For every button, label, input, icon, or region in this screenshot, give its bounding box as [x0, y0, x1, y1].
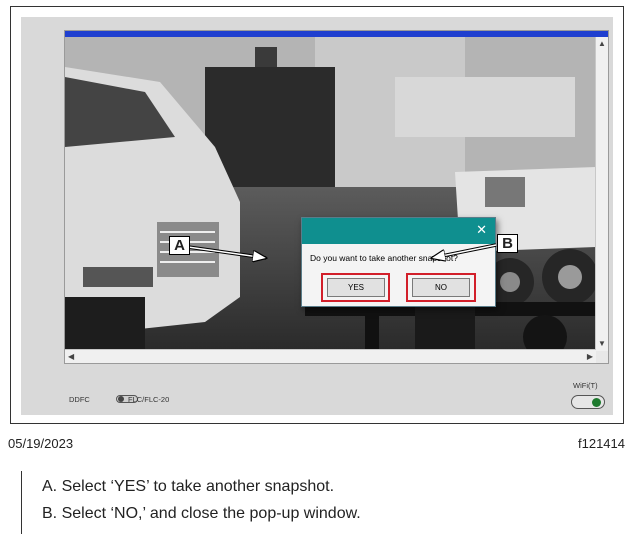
scroll-down-icon[interactable]: ▼: [598, 339, 606, 349]
yes-button[interactable]: YES: [327, 278, 385, 297]
scroll-right-icon[interactable]: ▶: [587, 352, 593, 362]
figure-frame: ▲ ▼ ◀ ▶ ✕ Do you want to take another sn…: [10, 6, 624, 424]
caption-item-b: B. Select ‘NO,’ and close the pop-up win…: [42, 505, 361, 523]
callout-b: B: [497, 234, 518, 253]
scroll-left-icon[interactable]: ◀: [68, 352, 74, 362]
camera-preview: ▲ ▼ ◀ ▶ ✕ Do you want to take another sn…: [64, 30, 609, 364]
wifi-label: WiFi(T): [573, 381, 598, 390]
dialog-title-bar: ✕: [302, 218, 495, 244]
callout-a: A: [169, 236, 190, 255]
wifi-indicator-icon: [592, 398, 601, 407]
dialog-message: Do you want to take another snapshot?: [310, 253, 458, 263]
caption-text: Select ‘YES’ to take another snapshot.: [61, 478, 335, 495]
close-icon[interactable]: ✕: [476, 223, 487, 237]
camera-app-window: ▲ ▼ ◀ ▶ ✕ Do you want to take another sn…: [21, 17, 613, 415]
horizontal-scrollbar[interactable]: ◀ ▶: [65, 349, 596, 363]
figure-code: f121414: [578, 436, 625, 451]
no-button[interactable]: NO: [412, 278, 470, 297]
caption-divider: [21, 471, 22, 534]
wifi-button[interactable]: [571, 395, 605, 409]
toggle-knob: [118, 396, 124, 402]
caption-letter: A.: [42, 478, 58, 495]
snapshot-dialog: ✕ Do you want to take another snapshot? …: [301, 217, 496, 307]
ddfc-label: DDFC: [69, 395, 90, 404]
flc-label: FLC/FLC-20: [128, 395, 170, 404]
vertical-scrollbar[interactable]: ▲ ▼: [595, 37, 608, 351]
caption-letter: B.: [42, 505, 58, 522]
caption-item-a: A. Select ‘YES’ to take another snapshot…: [42, 478, 334, 496]
caption-text: Select ‘NO,’ and close the pop-up window…: [61, 505, 361, 522]
figure-date: 05/19/2023: [8, 436, 74, 451]
scroll-up-icon[interactable]: ▲: [598, 39, 606, 49]
